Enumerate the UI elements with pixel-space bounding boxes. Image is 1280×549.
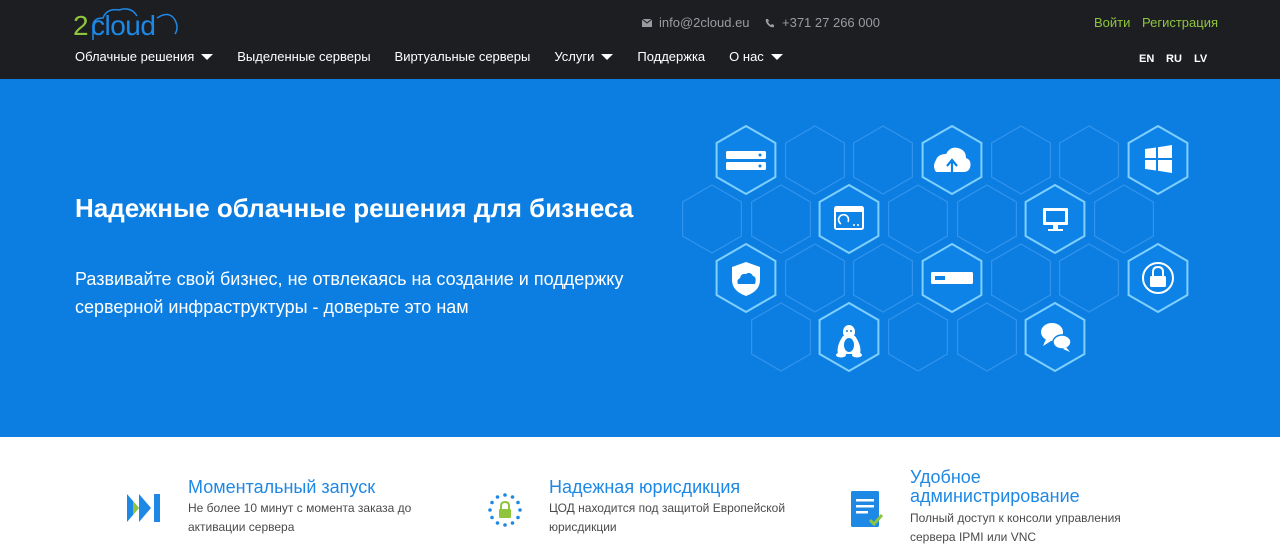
main-nav: Облачные решения Выделенные серверы Вирт…: [75, 49, 807, 64]
nav-support[interactable]: Поддержка: [637, 49, 705, 64]
lang-lv[interactable]: LV: [1194, 53, 1207, 65]
caret-down-icon: [770, 53, 783, 60]
nav-label: Облачные решения: [75, 49, 195, 64]
server-slot-icon: [931, 272, 973, 284]
feature-title: Моментальный запуск: [188, 477, 376, 497]
email-contact[interactable]: info@2cloud.eu: [642, 15, 750, 30]
logo[interactable]: 2 cloud: [73, 4, 178, 44]
phone-icon: [765, 18, 774, 27]
nav-label: Услуги: [554, 49, 595, 64]
feature-text: Не более 10 минут с момента заказа до ак…: [188, 501, 412, 534]
logo-digit: 2: [73, 10, 89, 41]
lang-en[interactable]: EN: [1139, 53, 1154, 65]
feature-text: ЦОД находится под защитой Европейской юр…: [549, 501, 786, 534]
feature-title: Надежная юрисдикция: [549, 477, 741, 497]
hero-banner: Надежные облачные решения для бизнеса Ра…: [0, 79, 1280, 437]
lang-ru[interactable]: RU: [1166, 53, 1182, 65]
phone-text: +371 27 266 000: [782, 15, 880, 30]
envelope-icon: [642, 18, 652, 27]
caret-down-icon: [601, 53, 614, 60]
nav-label: О нас: [729, 49, 764, 64]
feature-text: Полный доступ к консоли управления серве…: [910, 511, 1121, 544]
feature-title: Удобное администрирование: [910, 467, 1080, 506]
email-text: info@2cloud.eu: [659, 15, 750, 30]
logo-word: cloud: [91, 10, 156, 41]
hex-grid-illustration: [681, 125, 1189, 372]
features-section: Моментальный запуск Не более 10 минут с …: [0, 437, 1280, 549]
nav-label: Выделенные серверы: [237, 49, 371, 64]
nav-dedicated-servers[interactable]: Выделенные серверы: [237, 49, 370, 64]
nav-virtual-servers[interactable]: Виртуальные серверы: [395, 49, 531, 64]
header: 2 cloud info@2cloud.eu +371 27 266 000 В…: [0, 0, 1280, 79]
nav-label: Виртуальные серверы: [394, 49, 531, 64]
login-link[interactable]: Войти: [1094, 15, 1130, 30]
caret-down-icon: [201, 53, 214, 60]
document-check-icon: [851, 491, 884, 527]
register-link[interactable]: Регистрация: [1142, 15, 1218, 30]
nav-cloud-solutions[interactable]: Облачные решения: [75, 49, 214, 64]
fast-forward-icon: [127, 494, 160, 522]
nav-about[interactable]: О нас: [729, 49, 783, 64]
nav-label: Поддержка: [637, 49, 706, 64]
nav-services[interactable]: Услуги: [554, 49, 614, 64]
phone-contact[interactable]: +371 27 266 000: [765, 15, 880, 30]
eu-lock-icon: [488, 493, 522, 527]
